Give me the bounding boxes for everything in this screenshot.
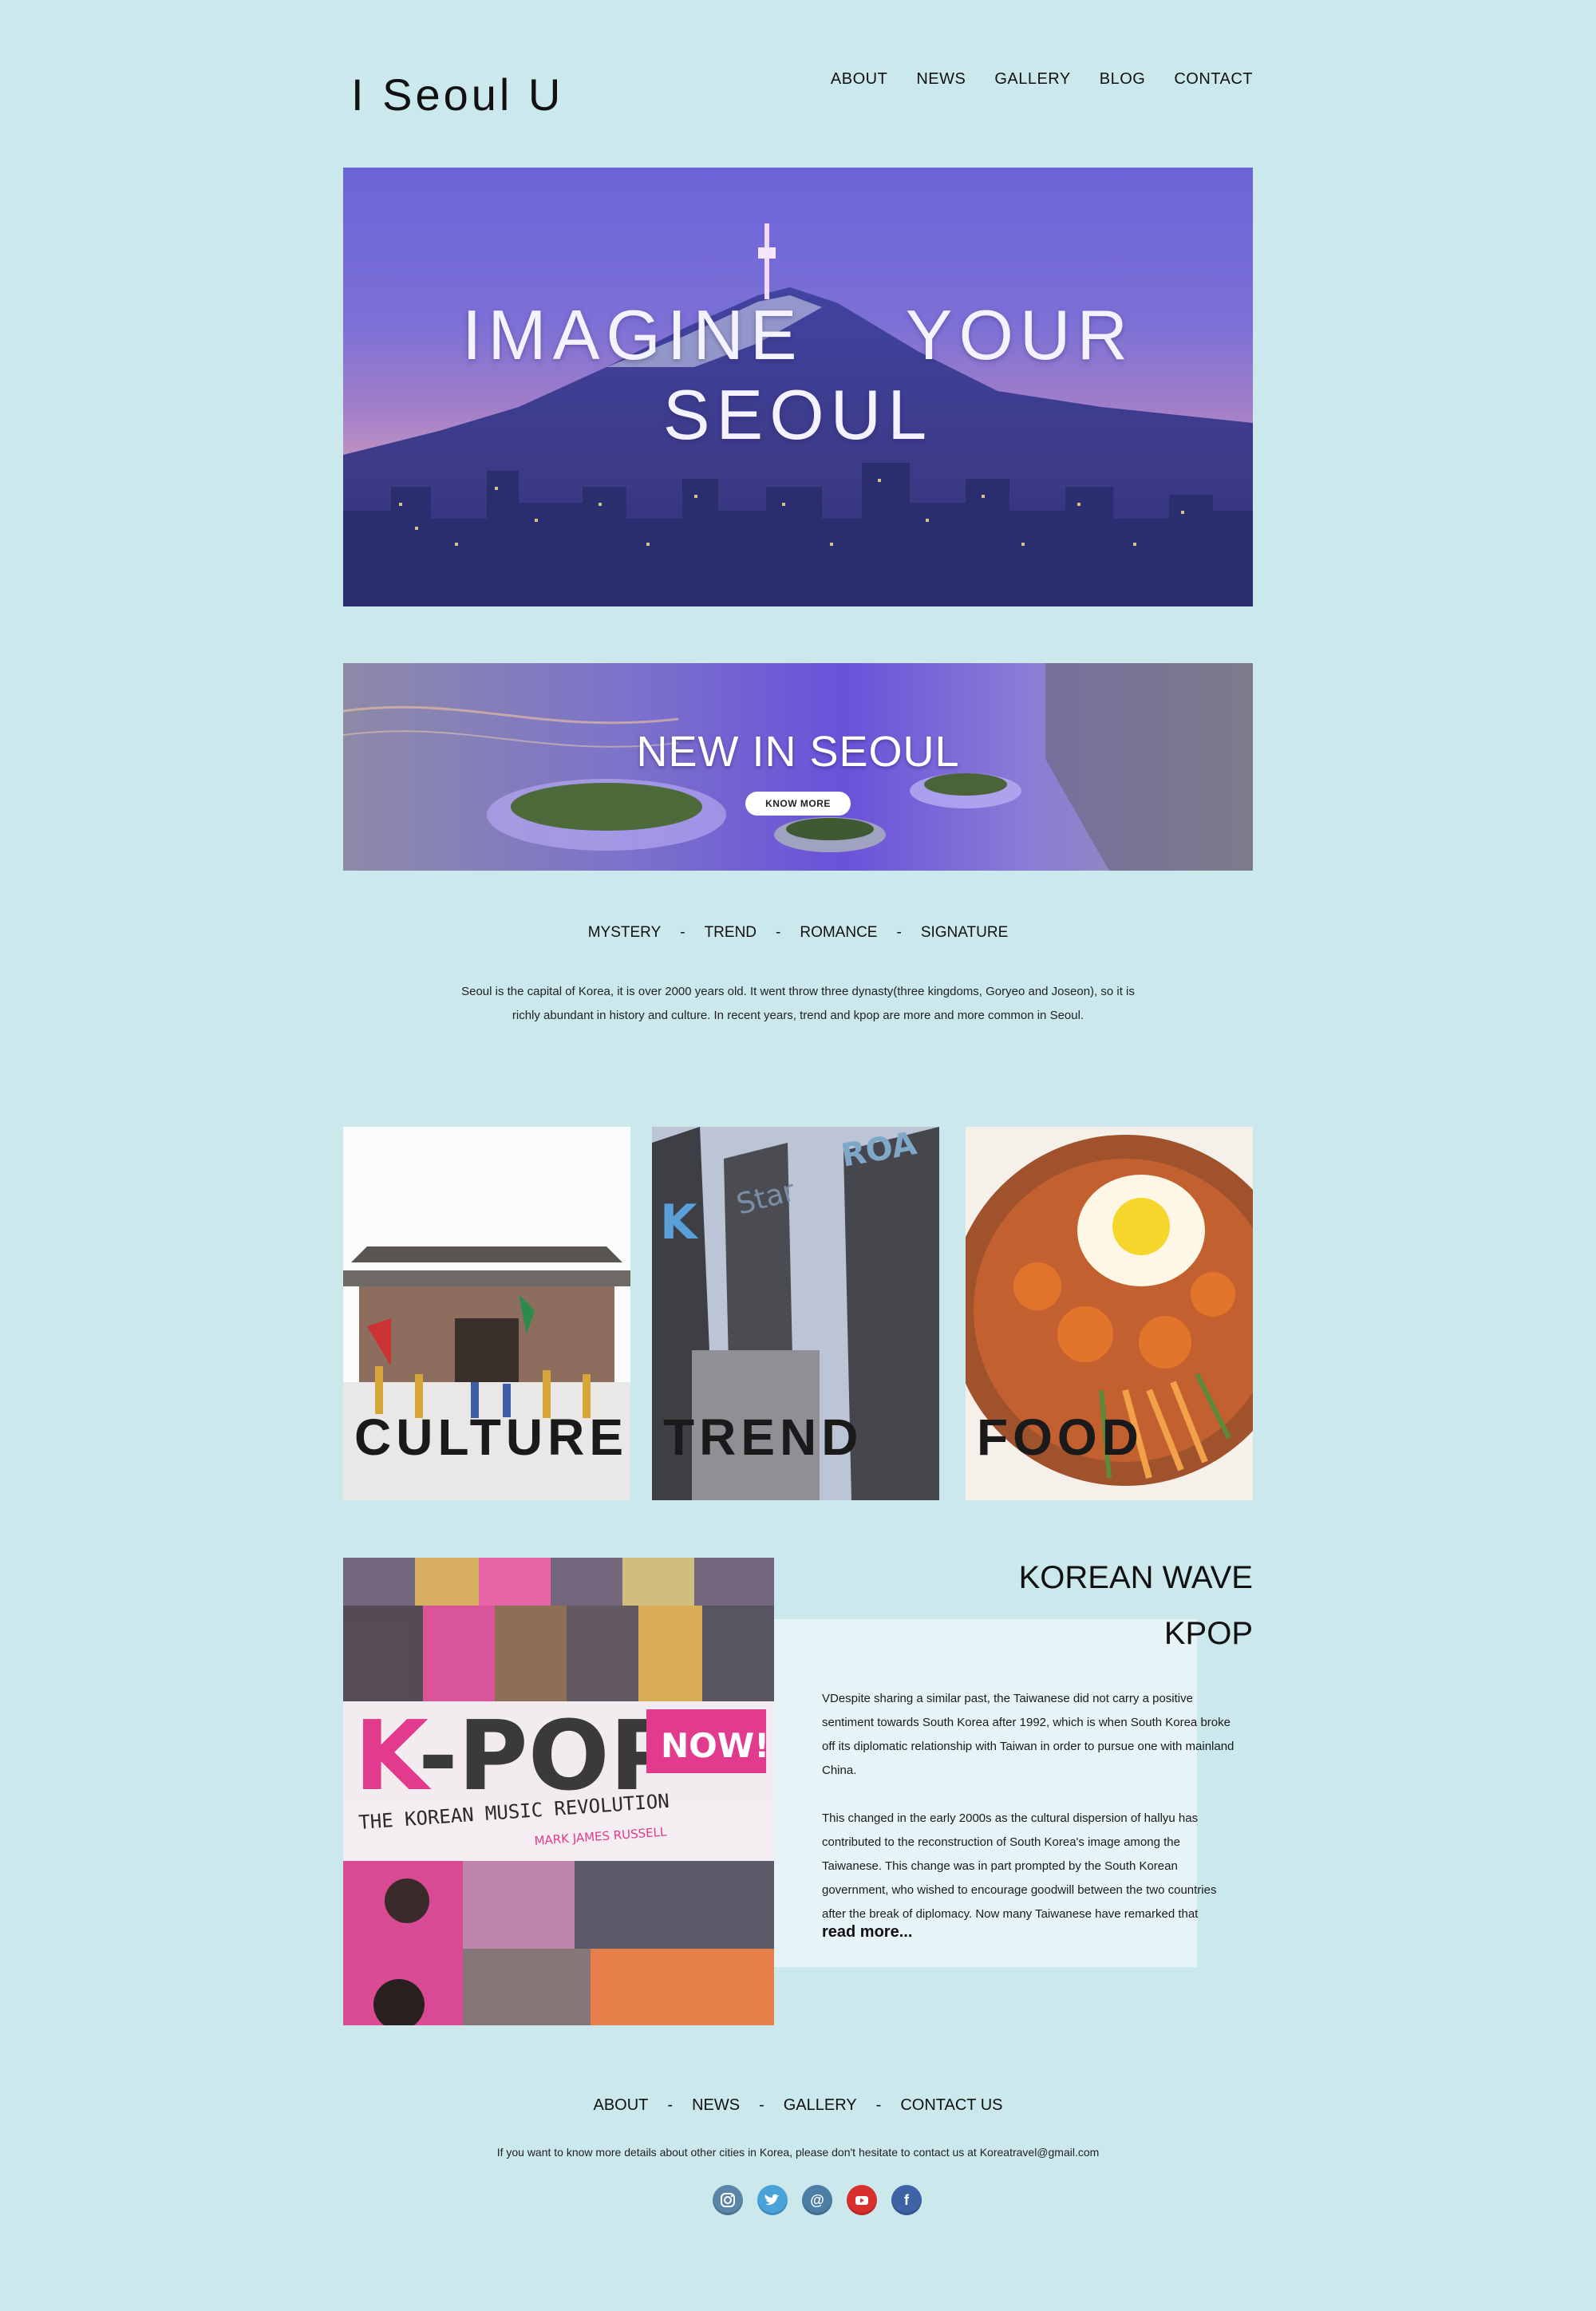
separator: - xyxy=(875,2096,882,2114)
category-signature-link[interactable]: SIGNATURE xyxy=(921,924,1008,941)
nav-contact-link[interactable]: CONTACT xyxy=(1174,70,1253,89)
kpop-paragraph-1: VDespite sharing a similar past, the Tai… xyxy=(822,1692,1235,1777)
nav-about-link[interactable]: ABOUT xyxy=(831,70,887,89)
footer-contact-text: If you want to know more details about o… xyxy=(496,2146,1100,2159)
email-icon[interactable]: @ xyxy=(802,2185,832,2215)
footer-news-link[interactable]: NEWS xyxy=(692,2096,740,2114)
youtube-icon[interactable] xyxy=(847,2185,877,2215)
kpop-book-cover[interactable]: K -POP NOW! THE KOREAN MUSIC REVOLUTION … xyxy=(343,1558,774,2025)
top-nav: ABOUT NEWS GALLERY BLOG CONTACT xyxy=(831,70,1253,89)
cover-badge: NOW! xyxy=(661,1726,769,1765)
new-in-seoul-banner: NEW IN SEOUL KNOW MORE xyxy=(343,663,1253,871)
svg-text:K: K xyxy=(660,1195,699,1250)
separator: - xyxy=(680,924,685,941)
trend-card-label: TREND xyxy=(663,1408,863,1466)
culture-card-label: CULTURE xyxy=(354,1408,628,1466)
separator: - xyxy=(776,924,781,941)
trend-card[interactable]: K Star ROA TREND xyxy=(652,1127,939,1500)
banner-title: NEW IN SEOUL xyxy=(636,728,960,776)
category-trend-link[interactable]: TREND xyxy=(705,924,757,941)
footer-gallery-link[interactable]: GALLERY xyxy=(784,2096,857,2114)
nav-news-link[interactable]: NEWS xyxy=(916,70,966,89)
site-logo[interactable]: I Seoul U xyxy=(351,69,563,120)
read-more-link[interactable]: read more... xyxy=(822,1923,912,1942)
separator: - xyxy=(667,2096,674,2114)
kpop-title: KPOP xyxy=(1163,1616,1253,1651)
social-links: @ f xyxy=(713,2185,922,2215)
footer-nav: ABOUT - NEWS - GALLERY - CONTACT US xyxy=(0,2096,1596,2115)
category-links: MYSTERY - TREND - ROMANCE - SIGNATURE xyxy=(0,924,1596,942)
separator: - xyxy=(759,2096,764,2114)
instagram-icon[interactable] xyxy=(713,2185,743,2215)
culture-card[interactable]: CULTURE xyxy=(343,1127,630,1500)
twitter-icon[interactable] xyxy=(757,2185,788,2215)
category-romance-link[interactable]: ROMANCE xyxy=(800,924,877,941)
kpop-heading: KOREAN WAVE KPOP xyxy=(1019,1550,1253,1661)
nav-gallery-link[interactable]: GALLERY xyxy=(994,70,1070,89)
nav-blog-link[interactable]: BLOG xyxy=(1100,70,1146,89)
kpop-article: VDespite sharing a similar past, the Tai… xyxy=(822,1687,1237,1926)
know-more-button[interactable]: KNOW MORE xyxy=(745,792,851,816)
hero-title-line1: IMAGINE YOUR xyxy=(461,295,1135,374)
hero-banner: IMAGINE YOUR SEOUL xyxy=(343,168,1253,606)
category-mystery-link[interactable]: MYSTERY xyxy=(588,924,662,941)
food-card-label: FOOD xyxy=(977,1408,1144,1466)
hero-title: IMAGINE YOUR SEOUL xyxy=(343,295,1253,455)
intro-paragraph: Seoul is the capital of Korea, it is ove… xyxy=(461,985,1135,1022)
korean-wave-title: KOREAN WAVE xyxy=(1018,1560,1253,1595)
facebook-icon[interactable]: f xyxy=(891,2185,922,2215)
footer-about-link[interactable]: ABOUT xyxy=(594,2096,649,2114)
hero-title-line2: SEOUL xyxy=(662,375,934,454)
kpop-cover-art: K -POP NOW! THE KOREAN MUSIC REVOLUTION … xyxy=(343,1558,774,2025)
kpop-paragraph-2: This changed in the early 2000s as the c… xyxy=(822,1811,1217,1921)
separator: - xyxy=(896,924,902,941)
footer-contact-link[interactable]: CONTACT US xyxy=(900,2096,1002,2114)
food-card[interactable]: FOOD xyxy=(966,1127,1253,1500)
